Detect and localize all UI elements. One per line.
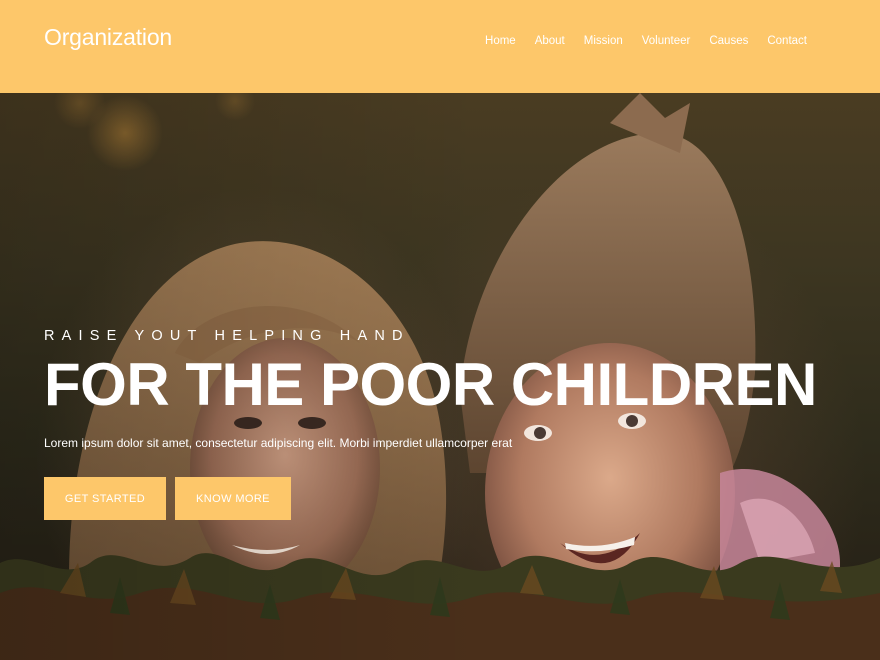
nav-about[interactable]: About bbox=[525, 34, 574, 48]
nav-contact[interactable]: Contact bbox=[758, 34, 807, 48]
site-header: Organization Home About Mission Voluntee… bbox=[0, 0, 880, 93]
hero-tagline: RAISE YOUT HELPING HAND bbox=[44, 328, 410, 344]
nav-home[interactable]: Home bbox=[476, 34, 526, 48]
know-more-button[interactable]: KNOW MORE bbox=[175, 477, 291, 520]
hero-headline: FOR THE POOR CHILDREN bbox=[44, 351, 817, 418]
get-started-button[interactable]: GET STARTED bbox=[44, 477, 166, 520]
brand-logo[interactable]: Organization bbox=[44, 24, 172, 51]
nav-volunteer[interactable]: Volunteer bbox=[632, 34, 700, 48]
nav-causes[interactable]: Causes bbox=[700, 34, 758, 48]
main-nav: Home About Mission Volunteer Causes Cont… bbox=[476, 34, 807, 48]
hero-description: Lorem ipsum dolor sit amet, consectetur … bbox=[44, 436, 513, 450]
nav-mission[interactable]: Mission bbox=[574, 34, 632, 48]
